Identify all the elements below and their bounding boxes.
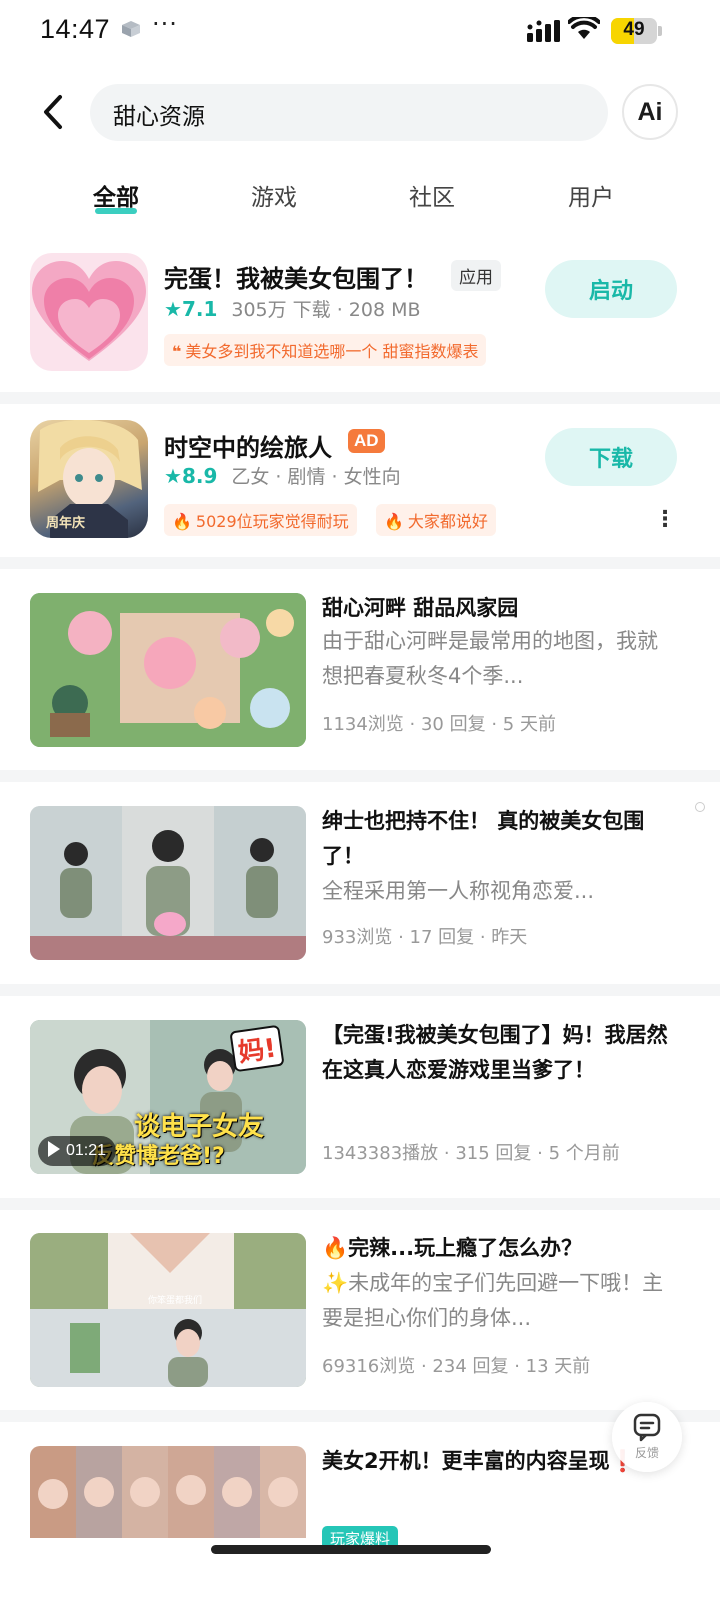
post-thumbnail[interactable] xyxy=(30,593,306,747)
status-bar: 14:47 ··· 49 xyxy=(0,0,720,62)
tab-bar: 全部 游戏 社区 用户 xyxy=(0,170,720,218)
tab-users[interactable]: 用户 xyxy=(551,178,631,212)
overlay-caption-top: 妈! xyxy=(229,1024,285,1073)
post-meta: 1343383播放 · 315 回复 · 5 个月前 xyxy=(322,1143,620,1164)
post-meta: 1134浏览 · 30 回复 · 5 天前 xyxy=(322,714,556,735)
post-item[interactable]: 美女2开机！更丰富的内容呈现❗ 玩家爆料 xyxy=(0,1446,720,1551)
app-highlight: 🔥 大家都说好 xyxy=(376,504,496,536)
video-thumbnail[interactable]: 妈! 谈电子女友 反赞博老爸!? 01:21 xyxy=(30,1020,306,1174)
divider xyxy=(0,770,720,782)
search-input[interactable]: 甜心资源 xyxy=(90,84,608,141)
post-item[interactable]: 甜心河畔 甜品风家园 由于甜心河畔是最常用的地图，我就想把春夏秋冬4个季... … xyxy=(0,593,720,753)
back-button[interactable] xyxy=(30,88,74,136)
ad-badge: AD xyxy=(348,429,385,453)
app-type-tag: 应用 xyxy=(451,260,501,291)
post-title: 绅士也把持不住！ 真的被美女包围了！ xyxy=(322,809,645,868)
heart-icon xyxy=(32,261,146,361)
post-thumbnail[interactable] xyxy=(30,1446,306,1538)
search-query: 甜心资源 xyxy=(113,104,205,130)
app-title: 完蛋！我被美女包围了！ xyxy=(164,265,428,293)
more-options-icon[interactable]: ⋮ xyxy=(654,507,676,532)
feedback-button[interactable]: 反馈 xyxy=(612,1402,682,1472)
app-score: ★8.9 xyxy=(164,464,218,488)
video-duration: 01:21 xyxy=(38,1136,117,1166)
status-more: ··· xyxy=(152,10,178,38)
divider xyxy=(0,1198,720,1210)
battery-indicator: 49 xyxy=(611,18,662,44)
post-meta: 933浏览 · 17 回复 · 昨天 xyxy=(322,927,528,948)
flame-icon: 🔥 xyxy=(172,512,192,531)
app-result-card[interactable]: 完蛋！我被美女包围了！ 应用 ★7.1 305万 下载 · 208 MB ❝ 美女多… xyxy=(0,245,720,387)
post-description: ✨未成年的宝子们先回避一下哦！主要是担心你们的身体... xyxy=(322,1271,664,1330)
tab-all[interactable]: 全部 xyxy=(76,178,156,214)
divider xyxy=(0,1410,720,1422)
feedback-icon xyxy=(633,1413,661,1442)
ai-button[interactable]: Ai xyxy=(622,84,678,140)
ai-label: Ai xyxy=(637,97,663,126)
app-icon-caption: 周年庆 xyxy=(46,516,86,531)
chevron-left-icon xyxy=(44,95,62,129)
post-description: 由于甜心河畔是最常用的地图，我就想把春夏秋冬4个季... xyxy=(322,629,658,688)
post-title: 甜心河畔 甜品风家园 xyxy=(322,596,519,620)
tab-games[interactable]: 游戏 xyxy=(234,178,314,212)
quote-icon: ❝ xyxy=(172,342,182,361)
post-title: 🔥完辣...玩上瘾了怎么办？ xyxy=(322,1236,583,1260)
app-icon-character[interactable]: 周年庆 xyxy=(30,420,148,538)
divider xyxy=(0,392,720,404)
app-meta: ★7.1 305万 下载 · 208 MB xyxy=(164,297,421,321)
wifi-icon xyxy=(568,17,600,39)
app-result-card[interactable]: 周年庆 时空中的绘旅人 AD ★8.9 乙女 · 剧情 · 女性向 🔥 5029位玩… xyxy=(0,412,720,554)
app-highlight: 🔥 5029位玩家觉得耐玩 xyxy=(164,504,357,536)
post-title: 【完蛋!我被美女包围了】妈！我居然在这真人恋爱游戏里当爹了！ xyxy=(322,1023,668,1082)
divider xyxy=(0,984,720,996)
cube-icon xyxy=(122,21,140,37)
post-thumbnail[interactable] xyxy=(30,806,306,960)
post-thumbnail[interactable]: 你笨蛋都我们 xyxy=(30,1233,306,1387)
flame-icon: 🔥 xyxy=(384,512,404,531)
yoga-photo-image xyxy=(30,806,306,960)
scroll-indicator xyxy=(695,802,705,812)
app-title: 时空中的绘旅人 xyxy=(164,434,332,462)
photo-collage-image xyxy=(30,1233,306,1387)
app-score: ★7.1 xyxy=(164,297,218,321)
portrait-collage-image xyxy=(30,1446,306,1538)
thumb-caption: 你笨蛋都我们 xyxy=(148,1296,203,1306)
signal-icon xyxy=(527,20,560,42)
garden-scene-image xyxy=(30,593,306,747)
download-button[interactable]: 下载 xyxy=(545,428,677,486)
post-meta: 69316浏览 · 234 回复 · 13 天前 xyxy=(322,1356,591,1377)
launch-button[interactable]: 启动 xyxy=(545,260,677,318)
play-icon xyxy=(48,1141,60,1157)
status-time: 14:47 xyxy=(40,14,111,44)
post-item[interactable]: 妈! 谈电子女友 反赞博老爸!? 01:21 【完蛋!我被美女包围了】妈！我居然… xyxy=(0,1020,720,1180)
app-icon-heart[interactable] xyxy=(30,253,148,371)
post-item[interactable]: 绅士也把持不住！ 真的被美女包围了！ 全程采用第一人称视角恋爱... 933浏览… xyxy=(0,806,720,966)
post-description: 全程采用第一人称视角恋爱... xyxy=(322,879,595,903)
tab-community[interactable]: 社区 xyxy=(392,178,472,212)
feedback-label: 反馈 xyxy=(634,1446,659,1460)
app-meta: ★8.9 乙女 · 剧情 · 女性向 xyxy=(164,464,401,488)
divider xyxy=(0,557,720,569)
app-highlight: ❝ 美女多到我不知道选哪一个 甜蜜指数爆表 xyxy=(164,334,487,366)
home-indicator[interactable] xyxy=(211,1545,491,1554)
post-item[interactable]: 你笨蛋都我们 🔥完辣...玩上瘾了怎么办？ ✨未成年的宝子们先回避一下哦！主要是… xyxy=(0,1233,720,1393)
